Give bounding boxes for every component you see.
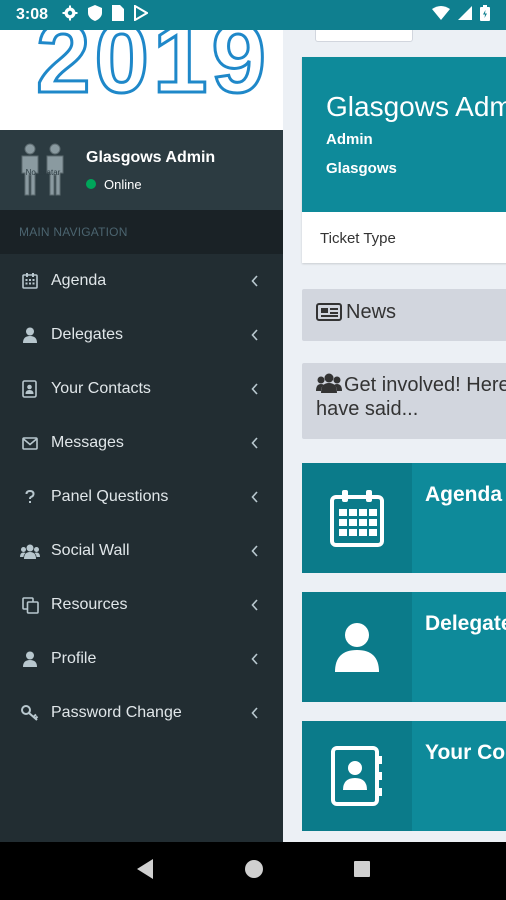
profile-role: Admin — [326, 131, 373, 148]
key-icon — [20, 703, 40, 723]
agenda-tile-label: Agenda — [425, 483, 503, 506]
sidebar-item-social-wall[interactable]: Social Wall — [0, 524, 283, 578]
user-icon — [20, 325, 40, 345]
main-navigation-header: MAIN NAVIGATION — [0, 210, 283, 254]
agenda-tile[interactable]: Agenda — [302, 463, 506, 573]
get-involved-line1: Get involved! Here — [344, 374, 506, 396]
sidebar-nav: Agenda Delegates Your Contacts Messages — [0, 254, 283, 740]
sidebar-item-label: Profile — [51, 650, 97, 667]
sidebar-item-label: Agenda — [51, 272, 107, 289]
chevron-left-icon — [249, 707, 261, 719]
envelope-icon — [20, 433, 40, 453]
recents-icon[interactable] — [353, 860, 371, 883]
delegates-tile[interactable]: Delegates — [302, 592, 506, 702]
user-status-text: Online — [104, 176, 142, 192]
sidebar-item-your-contacts[interactable]: Your Contacts — [0, 362, 283, 416]
get-involved-box[interactable]: Get involved! Here have said... — [302, 363, 506, 439]
avatar[interactable]: No avatar — [16, 143, 70, 197]
wifi-icon — [432, 5, 450, 25]
user-icon — [302, 592, 412, 702]
sidebar-item-messages[interactable]: Messages — [0, 416, 283, 470]
user-panel: No avatar Glasgows Admin Online — [0, 130, 283, 210]
avatar-caption: No avatar — [26, 168, 61, 177]
copy-icon — [20, 595, 40, 615]
news-label: News — [346, 301, 397, 323]
sidebar-item-label: Resources — [51, 596, 128, 613]
status-bar: 3:08 — [0, 0, 506, 30]
users-icon — [316, 373, 342, 398]
question-icon — [20, 487, 40, 507]
back-icon[interactable] — [135, 858, 155, 885]
navigation-drawer: 2019 No avatar Glasgows Admin Online MAI… — [0, 30, 283, 842]
online-status-dot — [86, 179, 96, 189]
chevron-left-icon — [249, 491, 261, 503]
users-icon — [20, 541, 40, 561]
user-icon — [20, 649, 40, 669]
sidebar-item-label: Panel Questions — [51, 488, 169, 505]
top-tab[interactable] — [315, 30, 413, 42]
logo-text: 2019 — [36, 30, 270, 113]
sidebar-item-panel-questions[interactable]: Panel Questions — [0, 470, 283, 524]
chevron-left-icon — [249, 599, 261, 611]
profile-card-header: Glasgows Admin Admin Glasgows — [302, 57, 506, 212]
profile-name: Glasgows Admin — [326, 91, 506, 122]
user-status: Online — [86, 177, 215, 192]
sim-card-icon — [112, 4, 125, 26]
sidebar-item-resources[interactable]: Resources — [0, 578, 283, 632]
calendar-icon — [302, 463, 412, 573]
profile-card: Glasgows Admin Admin Glasgows Ticket Typ… — [302, 57, 506, 263]
sidebar-item-delegates[interactable]: Delegates — [0, 308, 283, 362]
home-icon[interactable] — [244, 859, 264, 884]
calendar-icon — [20, 271, 40, 291]
chevron-left-icon — [249, 545, 261, 557]
settings-gear-icon — [62, 5, 78, 26]
newspaper-icon — [316, 303, 342, 327]
main-content: Glasgows Admin Admin Glasgows Ticket Typ… — [283, 30, 506, 842]
news-box[interactable]: News — [302, 289, 506, 341]
system-navigation-bar — [0, 842, 506, 900]
play-store-icon — [134, 3, 150, 26]
profile-company: Glasgows — [326, 160, 397, 177]
sidebar-item-agenda[interactable]: Agenda — [0, 254, 283, 308]
shield-icon — [88, 4, 103, 26]
sidebar-item-label: Password Change — [51, 704, 182, 721]
chevron-left-icon — [249, 275, 261, 287]
signal-icon — [458, 5, 472, 25]
sidebar-item-label: Your Contacts — [51, 380, 151, 397]
status-time: 3:08 — [16, 6, 49, 23]
event-logo: 2019 — [0, 30, 283, 130]
chevron-left-icon — [249, 329, 261, 341]
sidebar-item-label: Delegates — [51, 326, 124, 343]
user-name: Glasgows Admin — [86, 148, 216, 166]
battery-icon — [480, 4, 490, 26]
sidebar-item-label: Messages — [51, 434, 124, 451]
sidebar-item-password-change[interactable]: Password Change — [0, 686, 283, 740]
chevron-left-icon — [249, 383, 261, 395]
contact-book-icon — [20, 379, 40, 399]
sidebar-item-label: Social Wall — [51, 542, 130, 559]
sidebar-item-profile[interactable]: Profile — [0, 632, 283, 686]
contacts-tile-label: Your Contacts — [425, 741, 506, 764]
chevron-left-icon — [249, 437, 261, 449]
contact-book-icon — [302, 721, 412, 831]
contacts-tile[interactable]: Your Contacts — [302, 721, 506, 831]
delegates-tile-label: Delegates — [425, 612, 506, 635]
chevron-left-icon — [249, 653, 261, 665]
get-involved-line2: have said... — [316, 398, 419, 420]
ticket-type-label: Ticket Type — [320, 230, 396, 247]
